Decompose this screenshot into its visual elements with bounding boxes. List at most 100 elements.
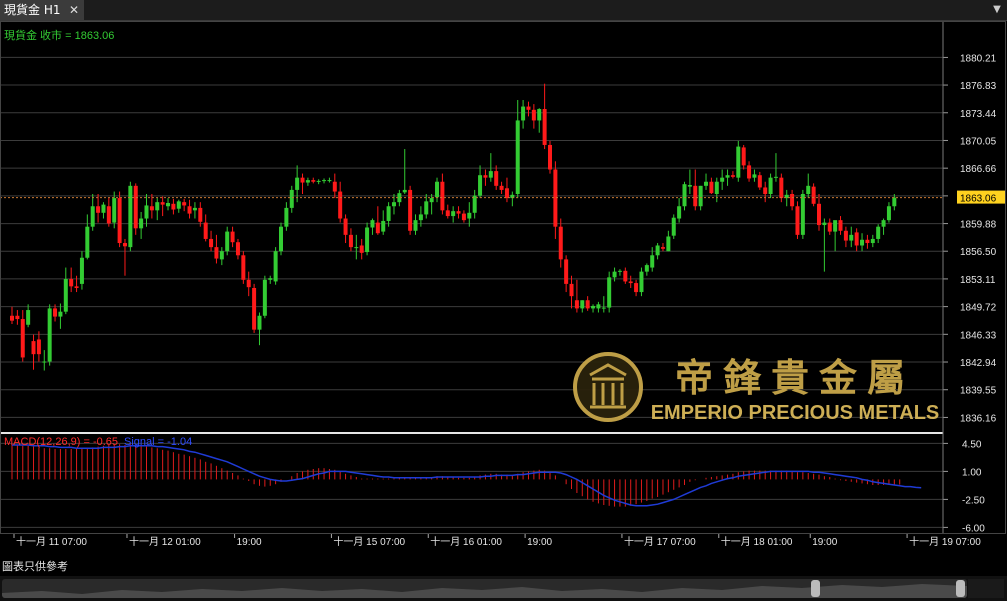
price-tick-label: 1836.16 [960,413,997,424]
candle-body [20,319,25,358]
candle-body [757,175,762,188]
scroll-handle-left[interactable] [811,580,820,597]
candle-body [252,287,257,330]
candle-body [289,189,294,208]
candle-body [677,206,682,219]
candle-body [15,315,20,320]
candle-body [558,226,563,260]
current-price-label: 1863.06 [960,194,997,205]
candle-body [478,175,483,196]
candle-body [182,202,187,206]
candle-body [149,206,154,211]
candle-body [515,120,520,194]
candle-body [623,270,628,282]
candle-body [69,278,74,287]
candle-body [295,177,300,190]
candle-body [687,185,692,187]
candle-body [418,214,423,221]
candle-body [365,227,370,253]
time-tick-label: 19:00 [527,537,552,548]
candle-body [644,265,649,272]
candle-body [854,232,859,246]
dropdown-menu-icon[interactable]: ▼ [990,0,1004,20]
overview-sparkline [2,584,967,598]
candle-body [155,202,160,211]
candle-body [806,185,811,194]
candle-body [585,300,590,309]
candle-body [230,231,235,243]
candle-body [617,270,622,272]
tab-title: 現貨金 H1 [4,3,61,17]
disclaimer-note: 圖表只供參考 [2,560,68,573]
candle-body [117,198,122,244]
candle-body [779,177,784,199]
candle-body [730,175,735,177]
scroll-handle-right[interactable] [956,580,965,597]
chart-canvas[interactable]: 帝鋒貴金屬 EMPERIO PRECIOUS METALS 1880.21 187… [0,21,1007,556]
candle-body [660,247,665,249]
candle-body [402,189,407,193]
price-tick-label: 1846.33 [960,330,997,341]
candle-body [843,230,848,241]
candle-body [876,226,881,239]
candle-body [435,181,440,198]
time-tick-label: 19:00 [812,537,837,548]
candle-body [720,177,725,182]
candle-body [488,171,493,178]
candles-layer [10,83,897,371]
candle-body [709,181,714,194]
candle-body [273,251,278,282]
candle-body [773,176,778,178]
candle-body [628,281,633,284]
candle-body [526,106,531,110]
chart-scrollbar[interactable] [0,576,1007,601]
current-price-tag: 1863.06 [957,190,1005,205]
chart-title: 現貨金 收市 = 1863.06 [4,28,114,42]
candle-body [537,109,542,121]
candle-body [822,222,827,226]
candle-body [144,205,149,219]
macd-axis: 4.50 1.00 -2.50 -6.00 [943,439,985,534]
candle-body [96,206,101,213]
candle-body [429,198,434,203]
candle-body [408,189,413,231]
candle-body [58,311,63,317]
candle-body [655,245,660,256]
chart-frame [0,21,1006,534]
close-icon[interactable]: ✕ [66,0,82,20]
candle-body [881,220,886,227]
candle-body [580,300,585,309]
time-tick-label: 十一月 16 01:00 [430,535,502,548]
price-tick-label: 1880.21 [960,53,997,64]
candle-body [53,308,58,317]
candle-body [768,177,773,194]
candle-body [564,259,569,284]
candle-body [209,238,214,248]
chart-window: 現貨金 H1 ✕ ▼ 帝鋒貴金屬 EMPERIO PRECIOUS METALS… [0,0,1007,601]
price-tick-label: 1873.44 [960,109,997,120]
tab-bar: 現貨金 H1 ✕ ▼ [0,0,1007,21]
candle-body [504,188,509,199]
candle-body [456,211,461,214]
candle-body [187,206,192,214]
macd-tick-label: 4.50 [962,439,982,450]
candle-body [79,257,84,284]
candle-body [467,212,472,219]
candle-body [171,203,176,210]
scroll-overview[interactable] [2,579,967,598]
candle-body [241,255,246,280]
candle-body [650,255,655,268]
candle-body [790,193,795,207]
candle-body [461,213,466,221]
candle-body [90,206,95,227]
candle-body [698,185,703,207]
candle-body [800,193,805,235]
macd-histogram [11,444,901,507]
price-tick-label: 1866.66 [960,164,997,175]
candle-body [548,144,552,170]
candle-body [892,197,897,207]
candle-body [870,238,875,244]
candle-body [257,315,262,330]
macd-tick-label: -2.50 [962,495,985,506]
candle-body [521,106,526,121]
